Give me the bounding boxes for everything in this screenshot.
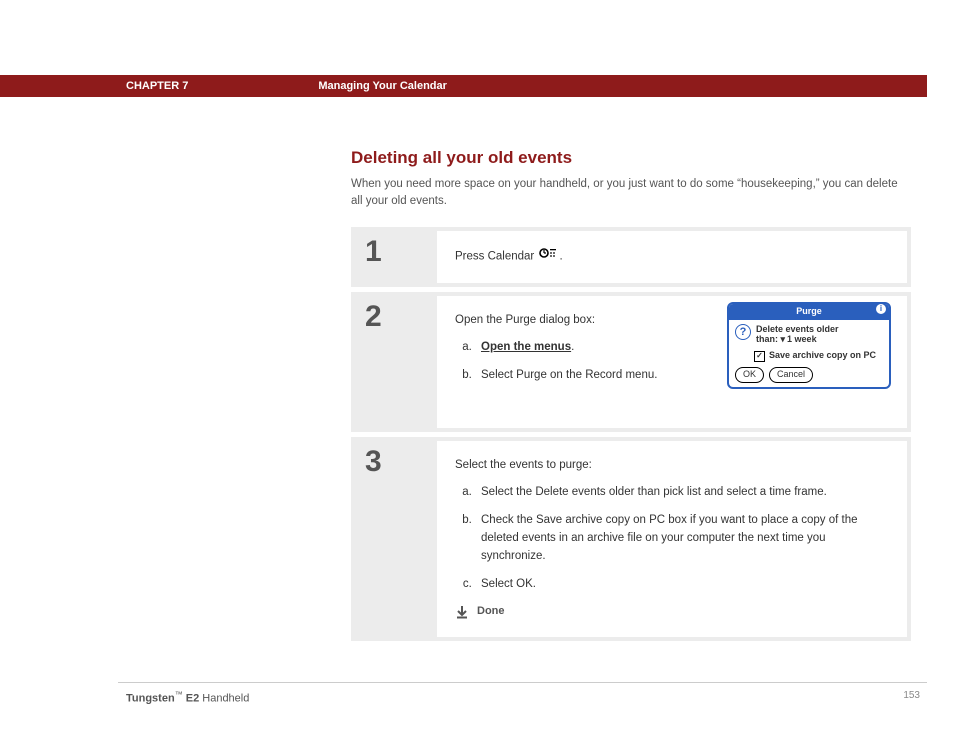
step-number: 1 [365,235,437,269]
step1-text-lead: Press Calendar [455,251,537,263]
purge-title: Purge [796,306,822,316]
page-number: 153 [903,690,920,701]
step-number: 3 [365,445,437,479]
purge-buttons: OK Cancel [735,367,883,383]
calendar-icon [539,247,557,266]
done-arrow-icon [455,605,469,619]
list-item: Select Purge on the Record menu. [475,367,707,385]
step-2: 2 Open the Purge dialog box: Open the me… [351,292,911,432]
step3-lead: Select the events to purge: [455,457,887,475]
done-row: Done [455,603,887,620]
step2-substeps: Open the menus. Select Purge on the Reco… [455,339,707,385]
purge-text: Delete events older than: 1 week [756,324,839,346]
step1-text-trail: . [559,251,562,263]
chapter-title: Managing Your Calendar [318,80,447,92]
purge-dialog-screenshot: Purge i ? Delete events older than: 1 we… [727,302,891,389]
step-body: Select the events to purge: Select the D… [437,441,907,637]
info-icon: i [876,304,886,314]
step-number-cell: 1 [351,227,437,286]
section-intro: When you need more space on your handhel… [351,176,911,209]
step2-lead: Open the Purge dialog box: [455,312,707,330]
list-item: Select OK. [475,576,887,594]
step-body: Press Calendar . [437,231,907,282]
list-item: Select the Delete events older than pick… [475,484,887,502]
step-number-cell: 3 [351,437,437,641]
older-than-dropdown: 1 week [781,334,817,345]
question-icon: ? [735,324,751,340]
list-item: Check the Save archive copy on PC box if… [475,512,887,565]
chapter-label: CHAPTER 7 [126,80,188,92]
section-title: Deleting all your old events [351,148,911,168]
step-3: 3 Select the events to purge: Select the… [351,437,911,641]
ok-button: OK [735,367,764,383]
purge-titlebar: Purge i [729,304,889,320]
step-1: 1 Press Calendar . [351,227,911,286]
footer-divider [118,682,927,683]
list-item: Open the menus. [475,339,707,357]
done-label: Done [477,603,505,620]
content-area: Deleting all your old events When you ne… [351,148,911,646]
cancel-button: Cancel [769,367,813,383]
checkmark-icon: ✓ [754,351,765,362]
step-number-cell: 2 [351,292,437,432]
step3-substeps: Select the Delete events older than pick… [455,484,887,593]
chapter-header-bar: CHAPTER 7 Managing Your Calendar [0,75,927,97]
archive-checkbox-row: ✓ Save archive copy on PC [754,349,883,363]
step-body: Open the Purge dialog box: Open the menu… [437,296,907,428]
open-menus-link[interactable]: Open the menus [481,341,571,353]
archive-label: Save archive copy on PC [769,349,876,363]
footer-product: Tungsten™ E2 Handheld [126,690,249,705]
purge-content: ? Delete events older than: 1 week ✓ Sav… [729,320,889,387]
step-number: 2 [365,300,437,334]
